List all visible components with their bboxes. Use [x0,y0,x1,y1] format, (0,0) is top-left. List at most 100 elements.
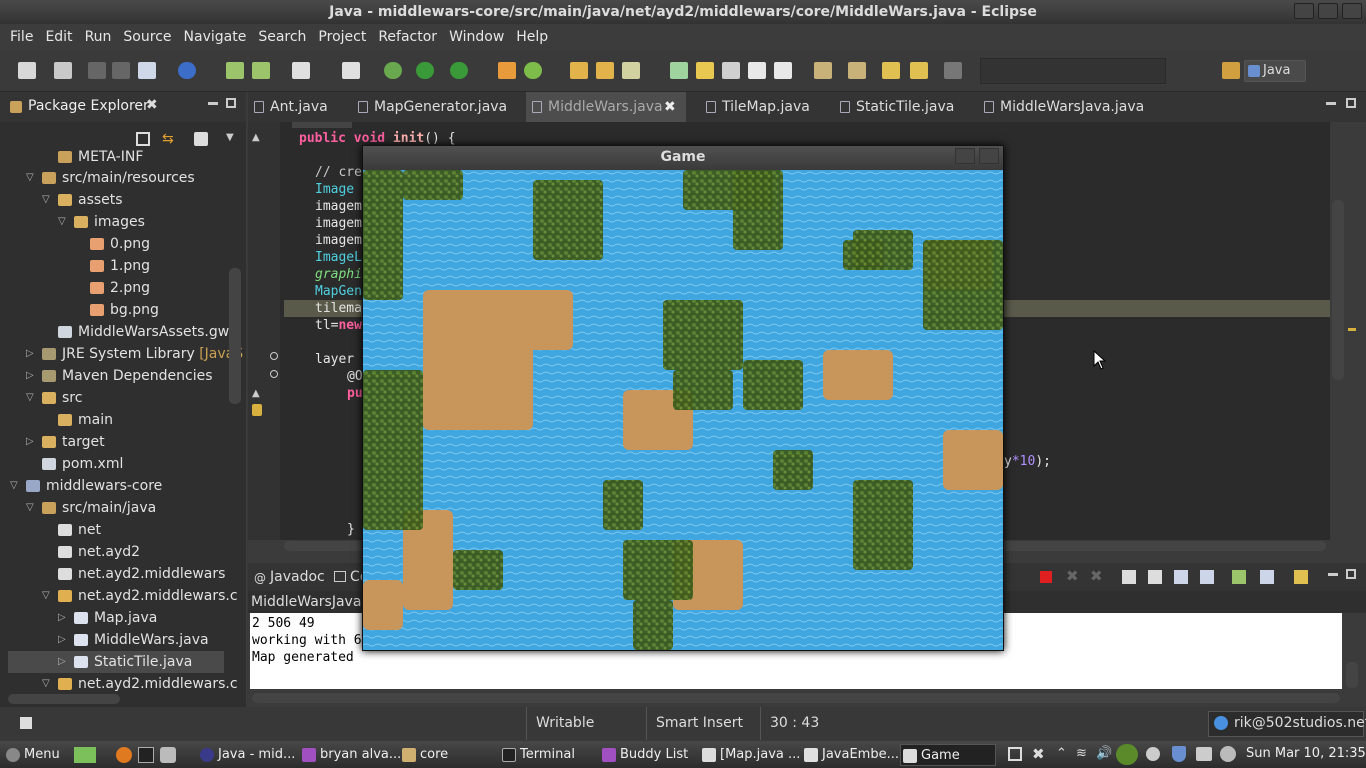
quick-access-field[interactable] [980,58,1166,84]
collapse-arrow-icon[interactable]: ▽ [58,211,66,233]
tree-vertical-scrollbar[interactable] [229,268,241,404]
menu-refactor[interactable]: Refactor [372,29,443,45]
external-tools-icon[interactable] [450,62,468,79]
close-view-icon[interactable]: ✖ [146,97,158,113]
game-minimize-button[interactable] [955,148,975,164]
remove-all-icon[interactable]: ✖ [1090,567,1103,585]
clear-console-icon[interactable] [1122,570,1136,584]
task-game-active[interactable]: Game [900,744,996,766]
display-console-icon[interactable] [1260,570,1274,584]
collapse-arrow-icon[interactable]: ▽ [42,585,50,607]
console-vertical-scrollbar[interactable] [1346,662,1358,688]
game-window[interactable]: Game [362,145,1004,651]
tab-javadoc[interactable]: Javadoc [270,569,325,585]
tree-item[interactable]: 2.png [90,277,150,299]
terminal-launcher-icon[interactable] [138,747,154,763]
expand-arrow-icon[interactable]: ▷ [26,343,34,365]
chat-tray-icon[interactable] [1146,747,1160,761]
next-annotation-icon[interactable] [814,62,832,79]
editor-tab-active[interactable]: MiddleWars.java ✖ [526,92,686,122]
editor-tab[interactable]: StaticTile.java [834,92,974,122]
scroll-lock-icon[interactable] [1148,570,1162,584]
tree-item[interactable]: src [42,387,82,409]
tree-item[interactable]: Map.java [74,607,157,629]
server-icon[interactable] [252,62,270,79]
tree-item[interactable]: META-INF [58,146,143,168]
word-wrap-icon[interactable] [1174,570,1188,584]
task-chat[interactable]: bryan alva... [300,744,401,766]
tree-item[interactable]: src/main/java [42,497,156,519]
game-map-canvas[interactable] [363,170,1003,650]
terminate-icon[interactable] [1040,571,1052,583]
open-resource-icon[interactable] [596,62,614,79]
collapse-arrow-icon[interactable]: ▽ [42,189,50,211]
update-icon[interactable] [1116,744,1138,765]
menu-run[interactable]: Run [79,29,118,45]
tree-item[interactable]: MiddleWars.java [74,629,209,651]
editor-tab[interactable]: Ant.java [248,92,356,122]
fold-marker-icon[interactable] [270,352,278,360]
tree-item[interactable]: MiddleWarsAssets.gwt [58,321,235,343]
tree-item[interactable]: src/main/resources [42,167,195,189]
menu-navigate[interactable]: Navigate [178,29,253,45]
minimize-view-icon[interactable] [208,102,218,105]
collapse-arrow-icon[interactable]: ▽ [26,387,34,409]
menu-file[interactable]: File [4,29,39,45]
search-icon[interactable] [622,62,640,79]
fold-marker-icon[interactable] [270,370,278,378]
task-terminal[interactable]: Terminal [500,744,598,766]
wifi-icon[interactable]: ≋ [1076,746,1087,761]
menu-source[interactable]: Source [117,29,177,45]
collapse-arrow-icon[interactable]: ▽ [26,497,34,519]
debug-icon[interactable] [384,62,402,79]
annotation-icon[interactable] [670,62,688,79]
collapse-arrow-icon[interactable]: ▽ [10,475,18,497]
minimize-button[interactable] [1294,3,1314,19]
chevron-up-icon[interactable]: ⌃ [1056,746,1067,761]
perspective-java[interactable]: Java [1244,60,1306,82]
minimize-editor-icon[interactable] [1326,102,1336,105]
editor-vertical-scrollbar[interactable] [1332,200,1344,380]
start-menu-button[interactable]: Menu [4,744,60,766]
file-manager-icon[interactable] [160,747,176,763]
task-java-embed[interactable]: JavaEmbe... [802,744,899,766]
clock[interactable]: Sun Mar 10, 21:35 [1246,746,1366,761]
close-button[interactable] [1342,3,1362,19]
tree-item[interactable]: Maven Dependencies [42,365,213,387]
forward-icon[interactable] [944,62,962,79]
menu-window[interactable]: Window [443,29,510,45]
expand-arrow-icon[interactable]: ▷ [26,431,34,453]
editor-tab[interactable]: TileMap.java [700,92,830,122]
menu-help[interactable]: Help [510,29,554,45]
view-menu-icon[interactable] [194,132,208,146]
expand-arrow-icon[interactable]: ▷ [58,607,66,629]
expand-arrow-icon[interactable]: ▷ [58,651,66,673]
settings-gear-icon[interactable] [1220,746,1236,762]
tree-item[interactable]: 0.png [90,233,150,255]
remove-launch-icon[interactable]: ✖ [1066,567,1079,585]
editor-tab[interactable]: MapGenerator.java [352,92,528,122]
block-selection-icon[interactable] [722,62,740,79]
open-perspective-icon[interactable] [1222,62,1240,79]
collapse-arrow-icon[interactable]: ▽ [42,673,50,695]
new-class-icon[interactable] [524,62,542,79]
fast-view-icon[interactable] [20,717,32,729]
monitor-icon[interactable] [1008,747,1022,761]
warning-marker-icon[interactable] [252,404,262,416]
open-icon[interactable] [54,62,72,79]
tree-item[interactable]: images [74,211,145,233]
show-whitespace-icon[interactable] [748,62,766,79]
prev-annotation-icon[interactable] [848,62,866,79]
volume-icon[interactable]: 🔊 [1096,746,1112,761]
package-explorer-title[interactable]: Package Explorer [28,98,149,114]
console-horizontal-scrollbar[interactable] [252,693,1340,703]
open-console-icon[interactable] [1294,570,1308,584]
task-files[interactable]: core [400,744,496,766]
highlight-icon[interactable] [696,62,714,79]
maximize-view-icon[interactable] [226,98,236,108]
tree-item[interactable]: main [58,409,113,431]
tree-horizontal-scrollbar[interactable] [8,694,120,704]
fold-arrow-icon[interactable]: ▲ [252,132,260,143]
show-desktop-icon[interactable] [74,747,96,763]
view-menu-chevron-icon[interactable]: ▼ [226,132,234,143]
